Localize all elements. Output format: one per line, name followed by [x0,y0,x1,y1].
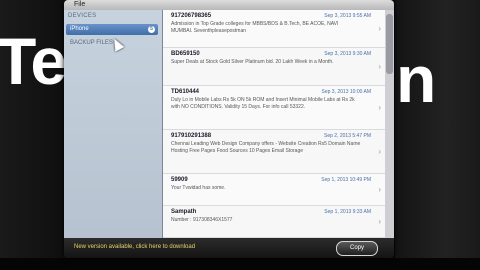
background-bottom-band [0,258,480,270]
chevron-right-icon: › [378,216,381,226]
message-body: Your Tvwidad has some. [171,185,226,191]
copy-button[interactable]: Copy [336,241,378,256]
message-list[interactable]: 917206798365 Sep 3, 2013 9:55 AM Admissi… [163,10,385,238]
background-logo-text-left: Te [0,24,67,98]
message-sender: 917206798365 [171,13,212,19]
chevron-right-icon: › [378,23,381,33]
message-sender: TD610444 [171,89,200,95]
menu-file[interactable]: File [74,0,85,10]
message-row[interactable]: Sampath Sep 1, 2013 9:33 AM Number : 917… [163,206,385,238]
message-date: Sep 3, 2013 9:30 AM [324,51,371,57]
message-row[interactable]: BD659150 Sep 3, 2013 9:30 AM Super Deals… [163,48,385,86]
chevron-right-icon: › [378,184,381,194]
message-body: Super Deals at Stock Gold Silver Platinu… [171,59,334,65]
chevron-right-icon: › [378,102,381,112]
message-date: Sep 3, 2013 10:00 AM [321,89,371,95]
message-sender: Sampath [171,209,197,215]
chevron-right-icon: › [378,61,381,71]
message-date: Sep 2, 2013 5:47 PM [324,133,371,139]
background-right-panel [395,0,480,270]
message-row[interactable]: 917206798365 Sep 3, 2013 9:55 AM Admissi… [163,10,385,48]
chevron-right-icon: › [378,146,381,156]
message-date: Sep 1, 2013 10:49 PM [321,177,371,183]
sidebar-item-badge: 5 [148,26,155,33]
message-row[interactable]: TD610444 Sep 3, 2013 10:00 AM Duly Lo in… [163,86,385,130]
message-sender: 59909 [171,177,188,183]
scroll-thumb[interactable] [386,14,393,74]
message-row[interactable]: 59909 Sep 1, 2013 10:49 PM Your Tvwidad … [163,174,385,206]
background-logo-text-right: n [396,42,436,116]
message-body: Number : 917308346X1577 [171,217,233,223]
message-sender: BD659150 [171,51,200,57]
sidebar-item-label: BACKUP FILES [70,40,113,46]
message-row[interactable]: 917910291388 Sep 2, 2013 5:47 PM Chennai… [163,130,385,174]
message-date: Sep 1, 2013 9:33 AM [324,209,371,215]
message-body: Admission in Top Grade colleges for MBBS… [171,21,339,34]
status-bar: New version available, click here to dow… [64,238,394,258]
scrollbar[interactable] [385,10,394,238]
message-sender: 917910291388 [171,133,212,139]
menu-bar: File [64,0,394,10]
message-date: Sep 3, 2013 9:55 AM [324,13,371,19]
message-body: Chennai Leading Web Design Company offer… [171,141,361,154]
sidebar-item-label: iPhone [70,26,89,32]
sidebar-item-iphone[interactable]: iPhone 5 [66,24,158,35]
sidebar-heading: DEVICES [68,13,97,19]
update-available-link[interactable]: New version available, click here to dow… [74,244,195,250]
message-body: Duly Lo in Mobile Labs Rs 5k ON 5k ROM a… [171,97,355,110]
